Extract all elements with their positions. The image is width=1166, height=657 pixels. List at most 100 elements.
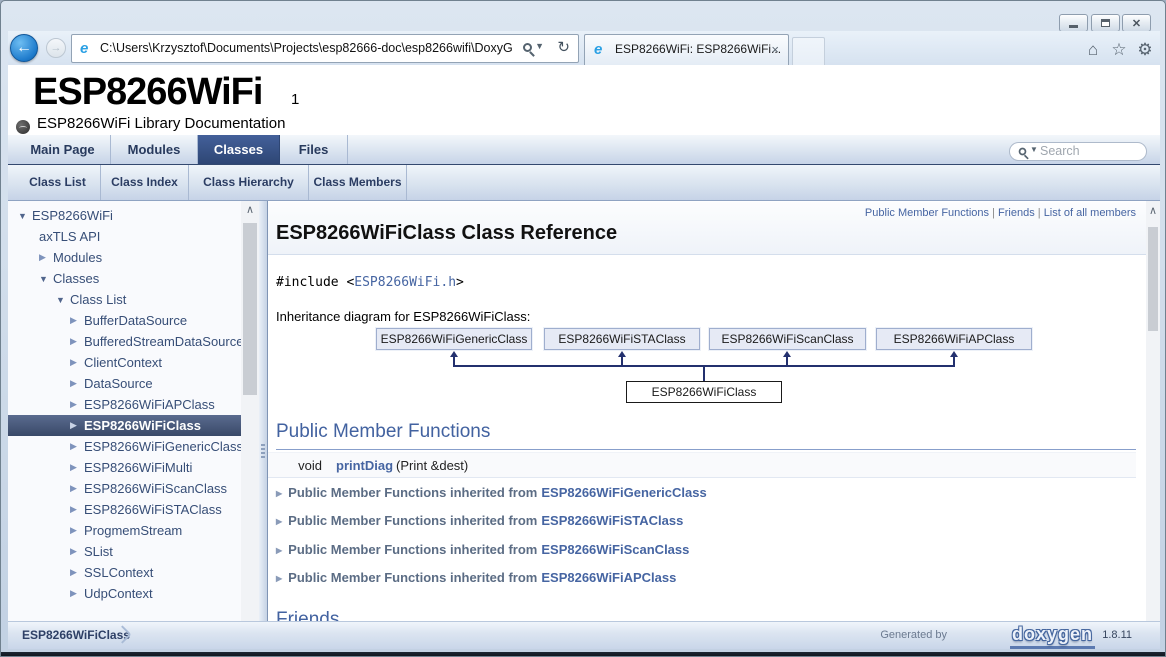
tab-close-icon[interactable]: × xyxy=(771,41,779,58)
expander-down-icon[interactable] xyxy=(56,295,70,305)
settings-button[interactable]: ⚙ xyxy=(1133,39,1157,61)
project-logo-icon xyxy=(16,120,30,134)
tab-class-members[interactable]: Class Members xyxy=(309,165,407,200)
tree-item-class-list[interactable]: Class List xyxy=(8,289,241,310)
expander-right-icon[interactable] xyxy=(70,336,84,347)
diagram-box-wificlass[interactable]: ESP8266WiFiClass xyxy=(626,381,782,403)
tab-modules[interactable]: Modules xyxy=(111,135,198,164)
include-file-link[interactable]: ESP8266WiFi.h xyxy=(354,275,456,290)
expander-right-icon[interactable] xyxy=(70,378,84,389)
sidebar-scrollbar-thumb[interactable] xyxy=(243,223,257,395)
tree-item-esp8266wifiapclass[interactable]: ESP8266WiFiAPClass xyxy=(8,394,241,415)
tab-class-list[interactable]: Class List xyxy=(15,165,101,200)
search-placeholder[interactable]: Search xyxy=(1040,143,1080,160)
doc-search-box[interactable]: ▼ Search xyxy=(1009,142,1147,161)
inherited-section-apclass[interactable]: ▶Public Member Functions inherited fromE… xyxy=(276,570,676,590)
tree-item-sslcontext[interactable]: SSLContext xyxy=(8,562,241,583)
expander-right-icon: ▶ xyxy=(276,517,282,526)
scroll-up-icon[interactable]: ∧ xyxy=(241,203,259,216)
tree-item-esp8266wifimulti[interactable]: ESP8266WiFiMulti xyxy=(8,457,241,478)
tree-item-progmemstream[interactable]: ProgmemStream xyxy=(8,520,241,541)
inheritance-caption: Inheritance diagram for ESP8266WiFiClass… xyxy=(276,309,530,324)
tab-class-hierarchy[interactable]: Class Hierarchy xyxy=(189,165,309,200)
expander-right-icon[interactable] xyxy=(70,315,84,326)
chevron-down-icon[interactable]: ▼ xyxy=(535,41,544,51)
inherited-section-staclass[interactable]: ▶Public Member Functions inherited fromE… xyxy=(276,513,683,533)
expander-right-icon[interactable] xyxy=(70,588,84,599)
expander-right-icon[interactable] xyxy=(70,567,84,578)
expander-right-icon[interactable] xyxy=(70,546,84,557)
minimize-button[interactable] xyxy=(1059,14,1088,32)
expander-right-icon[interactable] xyxy=(70,441,84,452)
back-button[interactable]: ← xyxy=(10,34,38,62)
tree-item-bufferedstreamdatasource[interactable]: BufferedStreamDataSource xyxy=(8,331,241,352)
tree-item-classes[interactable]: Classes xyxy=(8,268,241,289)
diagram-box-apclass[interactable]: ESP8266WiFiAPClass xyxy=(876,328,1032,350)
tab-classes[interactable]: Classes xyxy=(198,135,280,164)
tree-item-datasource[interactable]: DataSource xyxy=(8,373,241,394)
tree-item-bufferdatasource[interactable]: BufferDataSource xyxy=(8,310,241,331)
tree-item-slist[interactable]: SList xyxy=(8,541,241,562)
doxygen-logo[interactable]: doxygen xyxy=(1010,624,1095,649)
class-link-genericclass[interactable]: ESP8266WiFiGenericClass xyxy=(541,485,706,500)
tree-item-esp8266wifiscanclass[interactable]: ESP8266WiFiScanClass xyxy=(8,478,241,499)
search-icon[interactable] xyxy=(1019,148,1027,156)
summary-link-friends[interactable]: Friends xyxy=(998,207,1035,219)
class-link-apclass[interactable]: ESP8266WiFiAPClass xyxy=(541,570,676,585)
close-button[interactable]: ✕ xyxy=(1122,14,1151,32)
address-url[interactable]: C:\Users\Krzysztof\Documents\Projects\es… xyxy=(100,35,512,62)
member-link-printdiag[interactable]: printDiag xyxy=(336,453,393,478)
forward-button[interactable]: → xyxy=(46,38,66,58)
refresh-button[interactable]: ↻ xyxy=(557,38,570,56)
tab-main-page[interactable]: Main Page xyxy=(15,135,111,164)
expander-right-icon[interactable] xyxy=(70,399,84,410)
inherited-section-scanclass[interactable]: ▶Public Member Functions inherited fromE… xyxy=(276,542,689,562)
expander-right-icon[interactable] xyxy=(70,357,84,368)
expander-right-icon[interactable] xyxy=(70,420,84,431)
expander-down-icon[interactable] xyxy=(39,274,53,284)
browser-tab[interactable]: e ESP8266WiFi: ESP8266WiFi... × xyxy=(584,34,789,65)
summary-link-all-members[interactable]: List of all members xyxy=(1044,207,1136,219)
tree-item-axtls-api[interactable]: axTLS API xyxy=(8,226,241,247)
summary-links: Public Member Functions | Friends | List… xyxy=(865,207,1136,219)
home-button[interactable]: ⌂ xyxy=(1081,39,1105,61)
class-link-scanclass[interactable]: ESP8266WiFiScanClass xyxy=(541,542,689,557)
inherited-section-genericclass[interactable]: ▶Public Member Functions inherited fromE… xyxy=(276,485,707,505)
tree-item-esp8266wificlass-selected[interactable]: ESP8266WiFiClass xyxy=(8,415,241,436)
doxygen-page: ESP8266WiFi 1 ESP8266WiFi Library Docume… xyxy=(8,65,1160,649)
expander-right-icon[interactable] xyxy=(70,525,84,536)
chevron-down-icon[interactable]: ▼ xyxy=(1030,145,1038,154)
summary-link-public-member-functions[interactable]: Public Member Functions xyxy=(865,207,989,219)
scroll-up-icon[interactable]: ∧ xyxy=(1146,204,1160,217)
diagram-box-genericclass[interactable]: ESP8266WiFiGenericClass xyxy=(376,328,532,350)
expander-down-icon[interactable] xyxy=(18,211,32,221)
splitter-handle[interactable] xyxy=(259,201,268,649)
expander-right-icon[interactable] xyxy=(70,462,84,473)
restore-button[interactable] xyxy=(1091,14,1120,32)
favorites-button[interactable]: ☆ xyxy=(1107,39,1131,61)
tab-class-index[interactable]: Class Index xyxy=(101,165,189,200)
ie-page-icon: e xyxy=(80,41,88,56)
tree-item-esp8266wifistaclass[interactable]: ESP8266WiFiSTAClass xyxy=(8,499,241,520)
diagram-box-staclass[interactable]: ESP8266WiFiSTAClass xyxy=(544,328,700,350)
expander-right-icon[interactable] xyxy=(70,483,84,494)
project-name: ESP8266WiFi xyxy=(33,71,262,114)
expander-right-icon[interactable] xyxy=(70,504,84,515)
expander-right-icon[interactable] xyxy=(39,252,53,263)
address-bar[interactable]: e C:\Users\Krzysztof\Documents\Projects\… xyxy=(71,34,579,63)
tree-item-clientcontext[interactable]: ClientContext xyxy=(8,352,241,373)
tree-item-esp8266wifigenericclass[interactable]: ESP8266WiFiGenericClass xyxy=(8,436,241,457)
new-tab-button[interactable] xyxy=(792,37,825,65)
generated-by-label: Generated by xyxy=(880,622,947,649)
tree-item-esp8266wifi[interactable]: ESP8266WiFi xyxy=(8,205,241,226)
section-heading-public-member-functions: Public Member Functions xyxy=(276,421,1136,450)
class-link-staclass[interactable]: ESP8266WiFiSTAClass xyxy=(541,513,683,528)
include-statement: #include <ESP8266WiFi.h> xyxy=(276,275,464,290)
search-icon[interactable] xyxy=(523,43,532,52)
restore-icon xyxy=(1101,19,1110,27)
tree-item-udpcontext[interactable]: UdpContext xyxy=(8,583,241,604)
tree-item-modules[interactable]: Modules xyxy=(8,247,241,268)
diagram-box-scanclass[interactable]: ESP8266WiFiScanClass xyxy=(709,328,866,350)
tab-files[interactable]: Files xyxy=(280,135,348,164)
content-scrollbar-thumb[interactable] xyxy=(1148,227,1158,331)
